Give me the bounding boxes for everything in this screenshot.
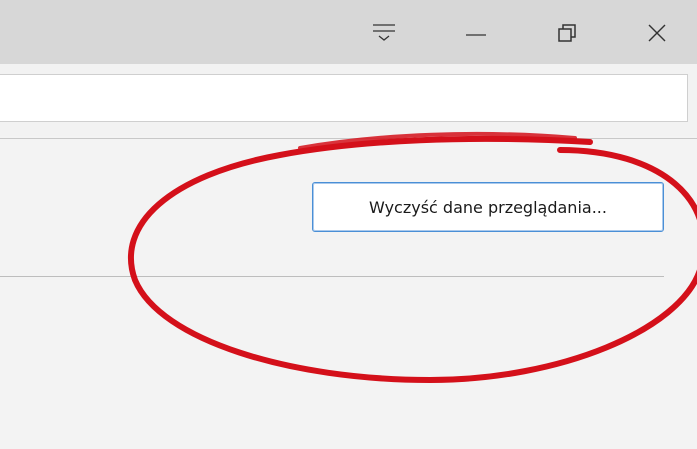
address-bar [0, 64, 697, 136]
close-icon [646, 22, 668, 44]
address-input[interactable] [0, 74, 688, 122]
clear-browsing-data-button[interactable]: Wyczyść dane przeglądania... [312, 182, 664, 232]
minimize-icon [465, 22, 487, 44]
hub-menu-icon [371, 22, 397, 44]
restore-icon [556, 22, 578, 44]
section-divider [0, 276, 664, 277]
close-button[interactable] [633, 10, 681, 56]
minimize-button[interactable] [452, 10, 500, 56]
restore-button[interactable] [543, 10, 591, 56]
title-bar [0, 0, 697, 64]
settings-panel: Wyczyść dane przeglądania... [0, 139, 697, 449]
hub-menu-button[interactable] [360, 10, 408, 56]
